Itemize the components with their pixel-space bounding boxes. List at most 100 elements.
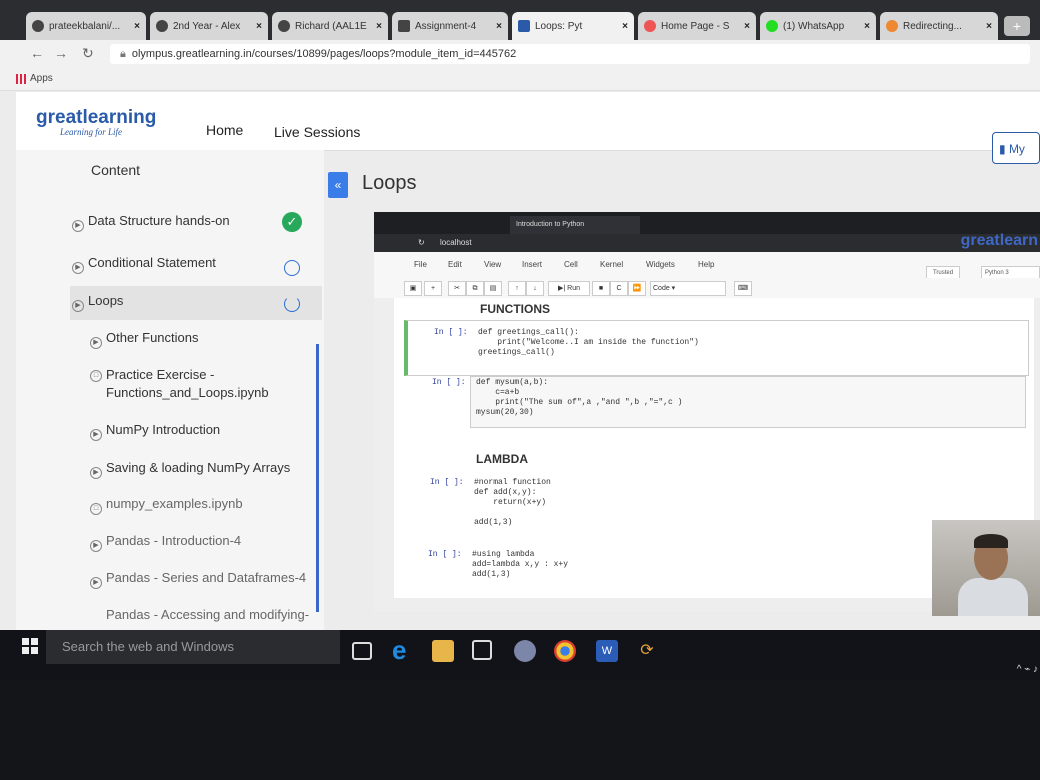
close-icon[interactable]: ×	[986, 21, 992, 32]
sidebar-scrollbar[interactable]	[316, 344, 319, 612]
cell-prompt: In [ ]:	[432, 378, 466, 387]
bookmarks-bar: Apps	[0, 68, 1040, 91]
browser-tab-active[interactable]: Loops: Pyt ×	[512, 12, 634, 40]
jupyter-tabbar: Introduction to Python	[374, 212, 1040, 234]
keyboard-icon: ⌨	[734, 281, 752, 296]
browser-tab[interactable]: Assignment-4 ×	[392, 12, 508, 40]
heading-functions: FUNCTIONS	[480, 302, 550, 316]
jupyter-url: localhost	[440, 238, 472, 247]
code-cell-1: def greetings_call(): print("Welcome..I …	[478, 328, 699, 357]
nav-home[interactable]: Home	[206, 122, 243, 138]
browser-tab[interactable]: (1) WhatsApp ×	[760, 12, 876, 40]
code-cell-2: def mysum(a,b): c=a+b print("The sum of"…	[476, 378, 683, 417]
taskbar-search-input[interactable]: Search the web and Windows	[46, 630, 340, 664]
sidebar-item-numpy-examples[interactable]: □ numpy_examples.ipynb	[90, 495, 326, 515]
windows-start-icon[interactable]	[22, 638, 38, 654]
url-input[interactable]: 🔒︎ olympus.greatlearning.in/courses/10899…	[110, 44, 1030, 64]
drive-icon	[886, 20, 898, 32]
browser-tab[interactable]: Home Page - S ×	[638, 12, 756, 40]
globe-icon	[278, 20, 290, 32]
browser-tab[interactable]: prateekbalani/... ×	[26, 12, 146, 40]
heading-lambda: LAMBDA	[476, 452, 528, 466]
new-tab-button[interactable]: +	[1004, 16, 1030, 36]
close-icon[interactable]: ×	[134, 21, 140, 32]
menu-insert: Insert	[522, 260, 543, 269]
sidebar-item-practice-exercise[interactable]: □ Practice Exercise - Functions_and_Loops…	[90, 366, 270, 402]
browser-tab[interactable]: 2nd Year - Alex ×	[150, 12, 268, 40]
sidebar-item-pandas-intro[interactable]: ▶ Pandas - Introduction-4	[90, 532, 326, 552]
play-icon: ▶	[90, 540, 102, 552]
apps-grid-icon	[16, 74, 26, 84]
chrome-icon[interactable]	[554, 640, 576, 662]
presenter-shirt	[958, 578, 1028, 616]
close-icon[interactable]: ×	[256, 21, 262, 32]
greatlearning-logo[interactable]: greatlearning	[36, 107, 156, 129]
classroom-icon	[398, 20, 410, 32]
menu-view: View	[484, 260, 502, 269]
sidebar-item-other-functions[interactable]: ▶ Other Functions	[90, 329, 326, 349]
sidebar-title: Content	[91, 162, 141, 178]
fast-forward-icon: ⏩	[628, 281, 646, 296]
github-icon	[156, 20, 168, 32]
play-icon: ▶	[90, 577, 102, 589]
apps-bookmark[interactable]: Apps	[30, 73, 53, 84]
cut-icon: ✂	[448, 281, 466, 296]
presenter-hair	[974, 534, 1008, 548]
play-icon: ▶	[90, 337, 102, 349]
close-icon[interactable]: ×	[496, 21, 502, 32]
page-title: Loops	[362, 172, 417, 194]
sidebar-item-pandas-series[interactable]: ▶ Pandas - Series and Dataframes-4	[90, 569, 326, 589]
add-cell-icon: +	[424, 281, 442, 296]
copy-icon: ⧉	[466, 281, 484, 296]
play-icon: ▶	[90, 467, 102, 479]
close-icon[interactable]: ×	[376, 21, 382, 32]
sidebar-item-saving-loading[interactable]: ▶ Saving & loading NumPy Arrays	[90, 459, 326, 479]
in-progress-icon	[284, 296, 300, 312]
nav-live-sessions[interactable]: Live Sessions	[274, 124, 360, 140]
close-icon[interactable]: ×	[744, 21, 750, 32]
logo-tagline: Learning for Life	[60, 127, 123, 137]
webcam-video	[932, 520, 1040, 616]
menu-file: File	[414, 260, 427, 269]
store-icon[interactable]	[472, 640, 492, 660]
task-view-icon[interactable]	[352, 642, 372, 660]
cell-type-select: Code ▾	[650, 281, 726, 296]
github-icon	[32, 20, 44, 32]
close-icon[interactable]: ×	[622, 21, 628, 32]
sidebar-item-data-structure[interactable]: ▶ Data Structure hands-on	[72, 212, 308, 232]
play-icon: ▶	[72, 220, 84, 232]
code-cell-4: #using lambda add=lambda x,y : x+y add(1…	[472, 550, 569, 579]
menu-widgets: Widgets	[646, 260, 675, 269]
edge-browser-icon[interactable]: e	[392, 637, 414, 663]
not-started-circle-icon	[284, 260, 300, 276]
paste-icon: ▤	[484, 281, 502, 296]
sidebar-item-pandas-accessing[interactable]: Pandas - Accessing and modifying-	[106, 606, 342, 624]
cell-prompt: In [ ]:	[428, 550, 462, 559]
file-explorer-icon[interactable]	[432, 640, 454, 662]
browser-tab[interactable]: Redirecting... ×	[880, 12, 998, 40]
menu-edit: Edit	[448, 260, 462, 269]
reload-icon[interactable]: ↻	[82, 45, 94, 62]
browser-tab[interactable]: Richard (AAL1E ×	[272, 12, 388, 40]
laptop-bezel	[0, 680, 1040, 780]
forward-icon[interactable]: →	[54, 45, 68, 61]
sidebar-item-numpy-introduction[interactable]: ▶ NumPy Introduction	[90, 421, 326, 441]
back-icon[interactable]: ←	[30, 45, 44, 61]
address-bar: ← → ↻ 🔒︎ olympus.greatlearning.in/courses…	[0, 40, 1040, 68]
system-tray: ^ ⌁ ♪	[1016, 664, 1038, 675]
close-icon[interactable]: ×	[864, 21, 870, 32]
app-icon[interactable]: ⟳	[636, 640, 658, 662]
move-down-icon: ↓	[526, 281, 544, 296]
jupyter-toolbar: ▣ + ✂ ⧉ ▤ ↑ ↓ ▶| Run ■ C ⏩ Code ▾ ⌨	[374, 278, 1040, 299]
file-icon: □	[90, 503, 102, 515]
code-cell-3: #normal function def add(x,y): return(x+…	[474, 478, 551, 527]
page-icon	[644, 20, 656, 32]
whatsapp-icon	[766, 20, 778, 32]
my-dashboard-button[interactable]: ▮ My	[992, 132, 1040, 164]
word-icon[interactable]: W	[596, 640, 618, 662]
sidebar-item-conditional-statement[interactable]: ▶ Conditional Statement	[72, 254, 308, 274]
collapse-sidebar-button[interactable]: «	[328, 172, 348, 198]
site-header: greatlearning Learning for Life Home Liv…	[16, 92, 1040, 164]
run-button: ▶| Run	[548, 281, 590, 296]
app-icon[interactable]	[514, 640, 536, 662]
